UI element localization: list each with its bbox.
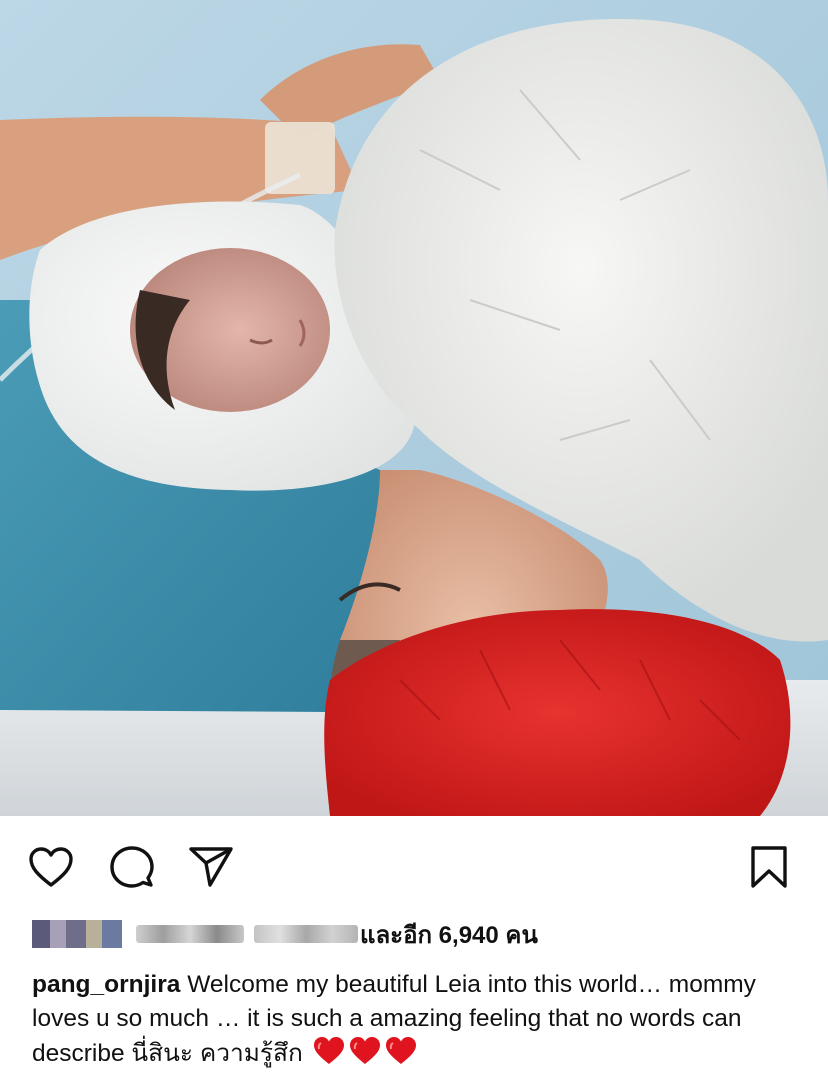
comment-bubble-icon: [110, 846, 154, 888]
save-button[interactable]: [746, 844, 792, 890]
heart-emojis: [313, 1036, 417, 1066]
liker-avatar: [66, 920, 86, 948]
caption-username[interactable]: pang_ornjira: [32, 971, 180, 998]
post-action-bar: [0, 816, 828, 912]
likes-count[interactable]: และอีก 6,940 คน: [360, 915, 538, 954]
share-button[interactable]: [188, 844, 234, 890]
liker-avatar: [102, 920, 122, 948]
post-photo[interactable]: [0, 0, 828, 816]
paper-plane-icon: [189, 847, 233, 887]
heart-outline-icon: [29, 847, 73, 887]
liker-avatar: [50, 920, 66, 948]
likes-row[interactable]: และอีก 6,940 คน: [32, 912, 812, 956]
red-heart-icon: [313, 1037, 344, 1064]
liker-avatar: [86, 920, 102, 948]
red-heart-icon: [385, 1037, 416, 1064]
comment-button[interactable]: [109, 844, 155, 890]
liker-name-blurred[interactable]: [136, 925, 244, 943]
liker-avatar: [32, 920, 50, 948]
liker-name-blurred[interactable]: [254, 925, 358, 943]
post-caption: pang_ornjira Welcome my beautiful Leia i…: [32, 968, 812, 1071]
liker-avatars[interactable]: [32, 920, 122, 948]
like-button[interactable]: [28, 844, 74, 890]
photo-illustration: [0, 0, 828, 816]
red-heart-icon: [349, 1037, 380, 1064]
bookmark-outline-icon: [751, 846, 787, 888]
